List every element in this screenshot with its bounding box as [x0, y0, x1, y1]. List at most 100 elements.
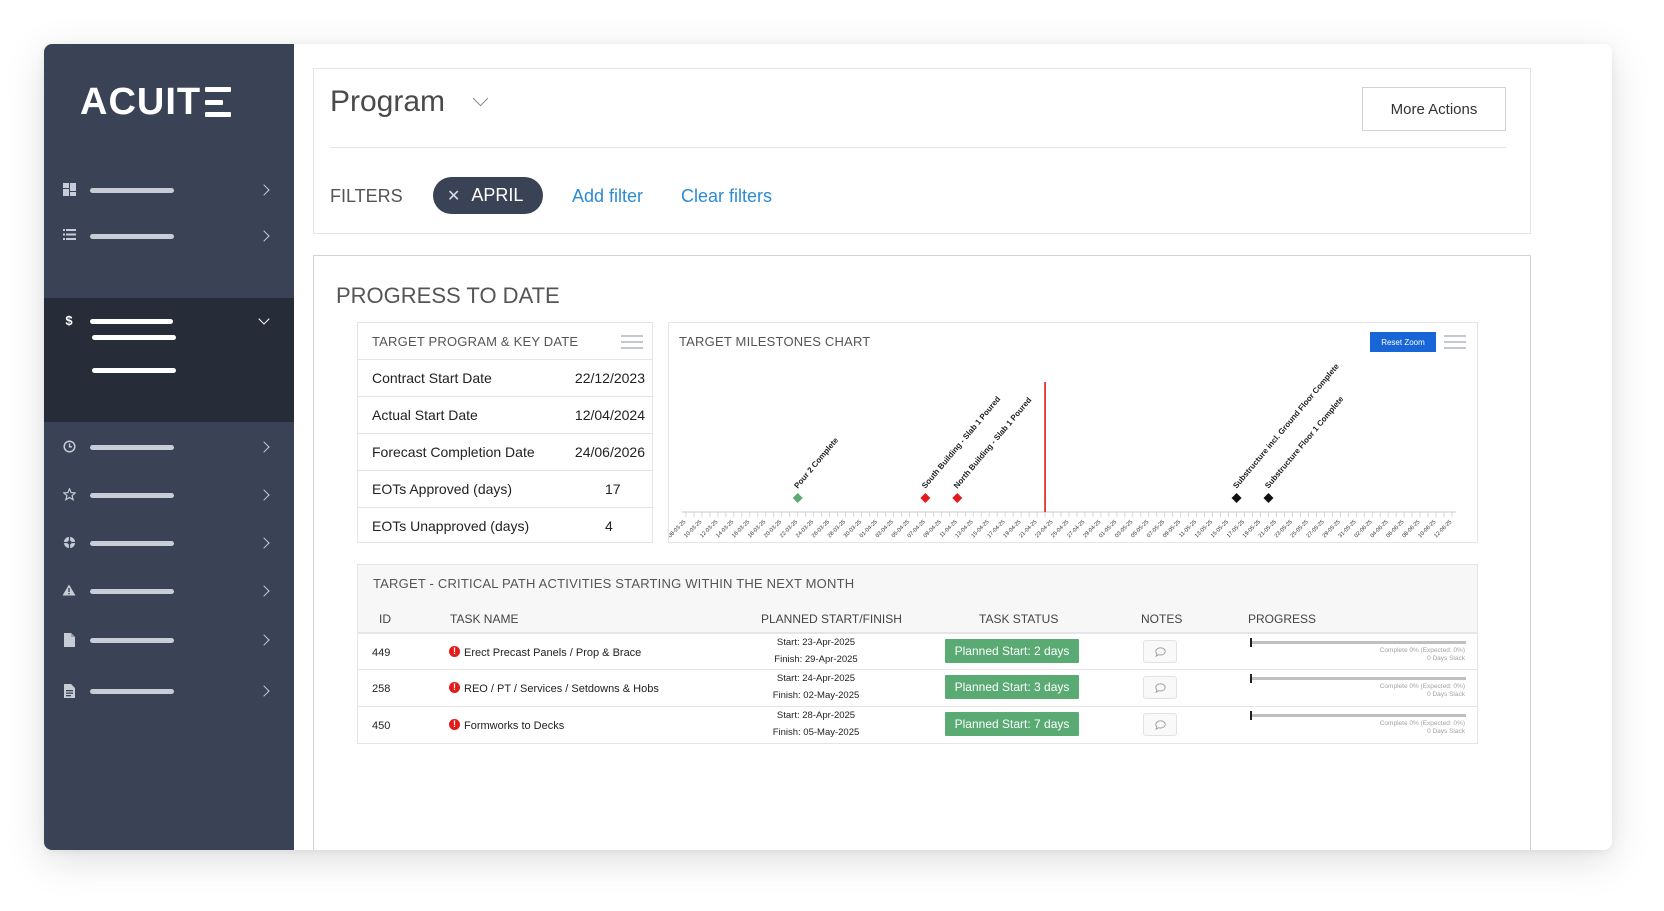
sidebar-item-label — [90, 318, 173, 324]
notes-button[interactable] — [1143, 640, 1177, 663]
add-filter-link[interactable]: Add filter — [572, 186, 643, 207]
column-header-notes: NOTES — [1141, 612, 1183, 626]
table-row[interactable]: 450 ! Formworks to Decks Start: 28-Apr-2… — [358, 706, 1477, 743]
notes-button[interactable] — [1143, 713, 1177, 736]
sidebar-item-label — [90, 492, 174, 498]
status-badge: Planned Start: 3 days — [945, 675, 1079, 699]
progress-marker — [1250, 711, 1252, 720]
chevron-right-icon — [258, 585, 270, 597]
clock-icon — [62, 440, 76, 454]
status-badge: Planned Start: 2 days — [945, 639, 1079, 663]
star-icon — [61, 487, 77, 502]
milestone-label: Pour 2 Complete — [792, 435, 840, 490]
milestone-label: Substructure incl. Ground Floor Complete — [1231, 362, 1341, 491]
x-tick-label: 12-06-25 — [1433, 519, 1453, 539]
sidebar-item-dashboard[interactable] — [44, 168, 294, 212]
sidebar-item-files[interactable] — [44, 618, 294, 662]
sidebar-item-label — [90, 637, 174, 643]
more-actions-button[interactable]: More Actions — [1362, 87, 1506, 131]
gear-wheel-icon — [62, 536, 76, 550]
progress-panel: PROGRESS TO DATE TARGET PROGRAM & KEY DA… — [313, 255, 1531, 850]
comment-icon — [1155, 720, 1166, 730]
key-date-row: Forecast Completion Date 24/06/2026 — [358, 433, 652, 470]
menu-icon[interactable] — [621, 335, 643, 349]
table-row[interactable]: 258 ! REO / PT / Services / Setdowns & H… — [358, 669, 1477, 706]
comment-icon — [1155, 647, 1166, 657]
filters-label: FILTERS — [330, 186, 403, 206]
column-header-task-name: TASK NAME — [450, 612, 519, 626]
progress-bar — [1251, 714, 1466, 717]
document-icon — [62, 684, 76, 698]
key-date-row: Contract Start Date 22/12/2023 — [358, 359, 652, 396]
table-row[interactable]: 449 ! Erect Precast Panels / Prop & Brac… — [358, 633, 1477, 670]
milestone-point — [1263, 493, 1274, 503]
milestones-chart[interactable]: 08-03-2510-03-2512-03-2514-03-2516-03-25… — [669, 323, 1477, 542]
dashboard-grid-icon — [62, 183, 76, 197]
chevron-right-icon — [258, 634, 270, 646]
card-title: TARGET - CRITICAL PATH ACTIVITIES STARTI… — [373, 576, 855, 591]
list-icon — [62, 229, 76, 243]
comment-icon — [1155, 683, 1166, 693]
sidebar-item-list[interactable] — [44, 214, 294, 258]
alert-icon: ! — [449, 646, 460, 657]
sidebar: ACUIT $ — [44, 44, 294, 850]
acuite-logo: ACUIT — [80, 80, 255, 124]
progress-bar — [1251, 641, 1466, 644]
alert-icon: ! — [449, 682, 460, 693]
milestone-point — [792, 493, 803, 503]
page-title[interactable]: Program — [330, 85, 445, 119]
chevron-right-icon — [258, 537, 270, 549]
sidebar-item-favourites[interactable] — [44, 473, 294, 517]
milestone-point — [1231, 493, 1242, 503]
dollar-icon: $ — [65, 313, 73, 328]
chevron-right-icon — [258, 685, 270, 697]
key-date-row: Actual Start Date 12/04/2024 — [358, 396, 652, 433]
sidebar-item-settings[interactable] — [44, 521, 294, 565]
sidebar-item-label — [90, 588, 174, 594]
clear-filters-link[interactable]: Clear filters — [681, 186, 772, 207]
progress-bar — [1251, 677, 1466, 680]
chevron-down-icon[interactable] — [472, 90, 489, 107]
sidebar-item-label — [90, 540, 174, 546]
notes-button[interactable] — [1143, 676, 1177, 699]
sidebar-item-documents[interactable] — [44, 669, 294, 713]
sidebar-item-label — [90, 688, 174, 694]
filter-chip-label: APRIL — [471, 185, 524, 205]
column-header-id: ID — [379, 612, 391, 626]
filter-chip-april[interactable]: ✕ APRIL — [433, 177, 543, 214]
header-panel: Program More Actions FILTERS ✕ APRIL Add… — [313, 68, 1531, 234]
column-header-progress: PROGRESS — [1248, 612, 1317, 626]
column-header-planned: PLANNED START/FINISH — [761, 612, 902, 626]
sidebar-subitem-2[interactable] — [92, 368, 176, 373]
file-icon — [62, 633, 76, 647]
key-date-row: EOTs Approved (days) 17 — [358, 470, 652, 507]
progress-marker — [1250, 674, 1252, 683]
critical-path-card: TARGET - CRITICAL PATH ACTIVITIES STARTI… — [357, 564, 1478, 744]
card-title: TARGET PROGRAM & KEY DATE — [372, 334, 579, 349]
close-icon[interactable]: ✕ — [447, 186, 460, 206]
alert-icon: ! — [449, 719, 460, 730]
progress-marker — [1250, 638, 1252, 647]
milestone-point — [920, 493, 931, 503]
key-date-row: EOTs Unapproved (days) 4 — [358, 507, 652, 544]
column-header-status: TASK STATUS — [979, 612, 1059, 626]
sidebar-item-label — [90, 444, 174, 450]
chevron-right-icon — [258, 230, 270, 242]
app-window: ACUIT $ Program More Actions FILTERS ✕ A… — [44, 44, 1612, 850]
sidebar-item-history[interactable] — [44, 425, 294, 469]
sidebar-item-label — [90, 233, 174, 239]
chevron-right-icon — [258, 489, 270, 501]
status-badge: Planned Start: 7 days — [945, 712, 1079, 736]
milestone-point — [952, 493, 963, 503]
divider — [330, 147, 1506, 148]
sidebar-item-label — [90, 187, 174, 193]
chevron-down-icon — [258, 313, 270, 325]
chevron-right-icon — [258, 184, 270, 196]
chevron-right-icon — [258, 441, 270, 453]
key-dates-card: TARGET PROGRAM & KEY DATE Contract Start… — [357, 322, 653, 543]
milestones-chart-card: TARGET MILESTONES CHART Reset Zoom 08-03… — [668, 322, 1478, 543]
sidebar-subitem-1[interactable] — [92, 335, 176, 340]
sidebar-item-alerts[interactable] — [44, 569, 294, 613]
warning-icon — [62, 584, 76, 598]
section-title: PROGRESS TO DATE — [336, 283, 560, 308]
